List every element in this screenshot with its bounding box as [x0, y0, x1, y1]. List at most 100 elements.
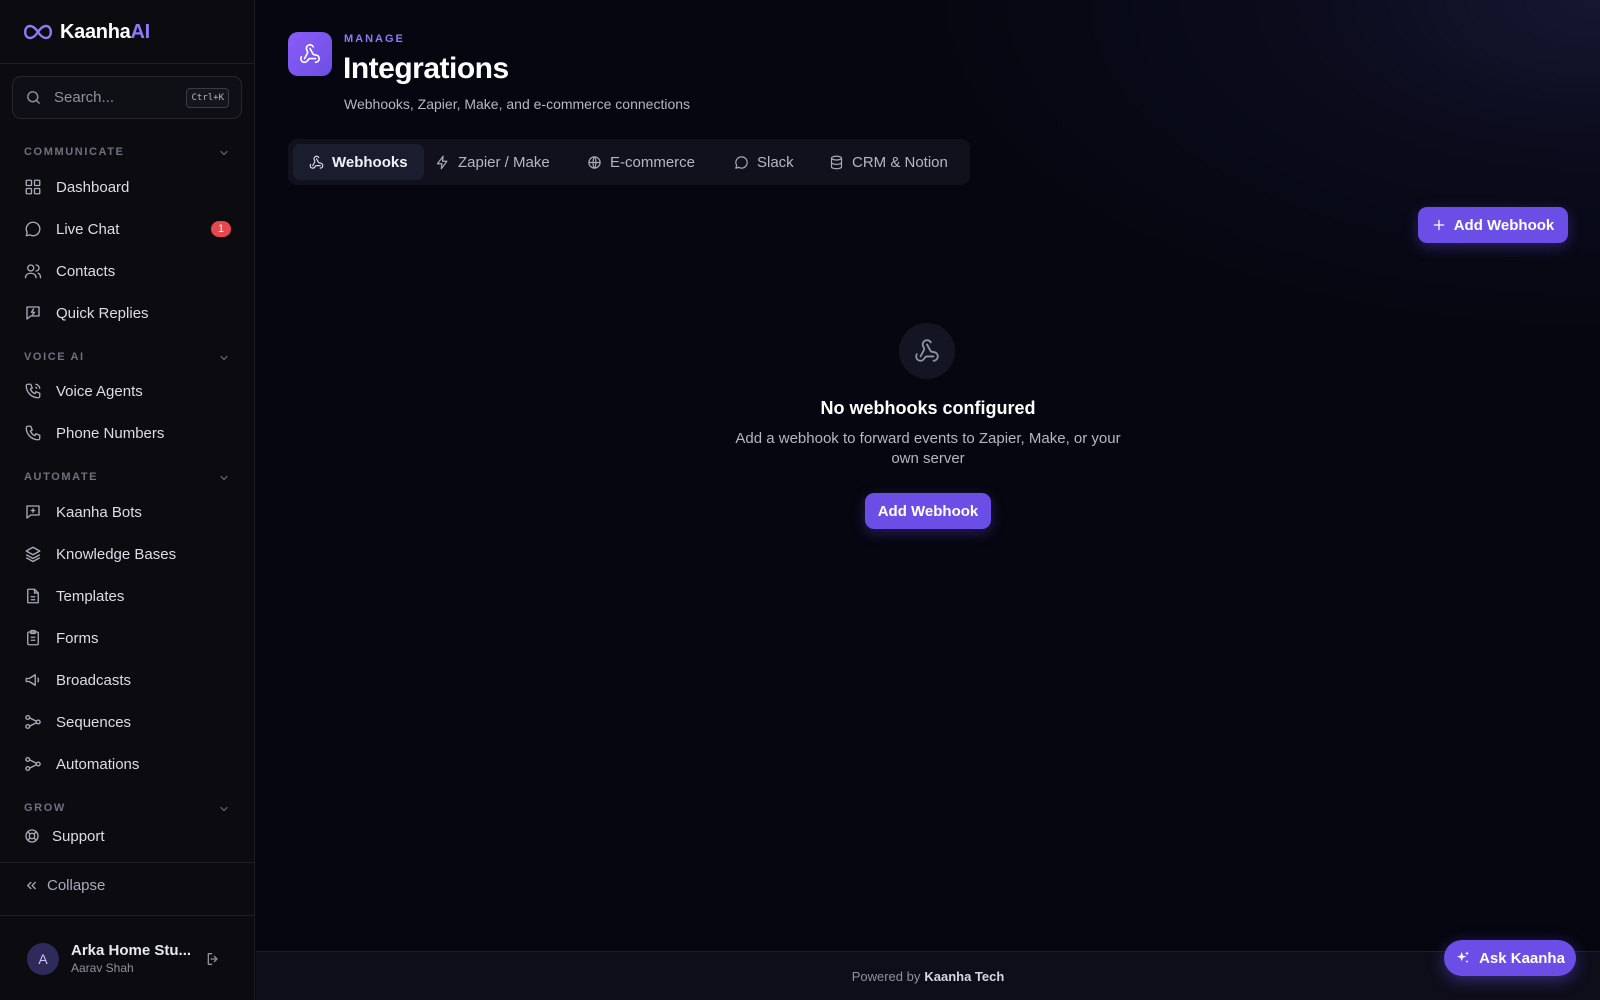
grid-icon	[25, 179, 41, 195]
tab-zapier-make[interactable]: Zapier / Make	[419, 144, 566, 180]
sidebar-item-label: Voice Agents	[56, 382, 143, 400]
page-eyebrow: MANAGE	[344, 33, 405, 45]
bot-message-icon	[26, 505, 40, 519]
sidebar-item-voice-agents[interactable]: Voice Agents	[24, 378, 143, 404]
sidebar-item-contacts[interactable]: Contacts	[24, 258, 115, 284]
sidebar-item-phone-numbers[interactable]: Phone Numbers	[24, 420, 164, 446]
page-title: Integrations	[343, 52, 509, 85]
workflow-icon	[25, 756, 41, 772]
user-subtitle: Aarav Shah	[71, 961, 134, 975]
sidebar-item-label: Dashboard	[56, 178, 130, 196]
user-name: Arka Home Stu...	[71, 942, 192, 959]
tab-label: Webhooks	[332, 153, 408, 171]
message-bolt-icon	[26, 306, 40, 320]
tab-slack[interactable]: Slack	[718, 144, 810, 180]
ask-kaanha-button[interactable]: Ask Kaanha	[1444, 940, 1576, 976]
webhook-icon	[309, 155, 324, 169]
chat-bubble-icon	[735, 155, 748, 169]
search-icon	[27, 91, 40, 104]
collapse-label: Collapse	[47, 877, 106, 894]
plus-icon	[1433, 219, 1445, 231]
webhook-icon	[915, 339, 939, 362]
layers-icon	[25, 546, 41, 563]
logo[interactable]: KaanhaAI	[24, 20, 150, 44]
footer-brand-link[interactable]: Kaanha Tech	[924, 969, 1004, 984]
tab-label: E-commerce	[610, 153, 696, 171]
chevron-down-icon[interactable]	[218, 803, 230, 815]
empty-add-webhook-button[interactable]: Add Webhook	[865, 493, 991, 529]
sidebar-item-automations[interactable]: Automations	[24, 751, 139, 777]
sidebar: KaanhaAI Search... Ctrl+K COMMUNICATE Da…	[0, 0, 255, 1000]
collapse-button[interactable]: Collapse	[24, 877, 105, 894]
sidebar-item-knowledge-bases[interactable]: Knowledge Bases	[24, 541, 176, 567]
search-input[interactable]: Search... Ctrl+K	[12, 76, 242, 119]
clipboard-icon	[27, 629, 39, 646]
chevrons-left-icon	[26, 881, 36, 890]
users-icon	[24, 264, 42, 279]
add-webhook-button[interactable]: Add Webhook	[1418, 207, 1568, 243]
sidebar-item-label: Sequences	[56, 713, 132, 731]
sidebar-item-label: Knowledge Bases	[56, 545, 177, 563]
logo-divider	[0, 63, 255, 64]
workflow-icon	[25, 714, 41, 730]
sidebar-item-live-chat[interactable]: Live Chat	[24, 216, 119, 242]
sidebar-item-label: Live Chat	[56, 220, 120, 238]
main-content: MANAGE Integrations Webhooks, Zapier, Ma…	[256, 0, 1600, 1000]
chevron-down-icon[interactable]	[218, 352, 230, 364]
footer: Powered by Kaanha Tech	[256, 951, 1600, 1000]
section-label-automate: AUTOMATE	[24, 471, 99, 483]
sidebar-item-support[interactable]: Support	[24, 823, 105, 849]
database-icon	[830, 155, 843, 169]
megaphone-icon	[25, 674, 40, 686]
sidebar-item-label: Contacts	[56, 262, 116, 280]
empty-state-description: Add a webhook to forward events to Zapie…	[735, 430, 1121, 467]
logo-text: KaanhaAI	[60, 20, 150, 43]
sidebar-item-label: Forms	[56, 629, 99, 647]
tab-label: CRM & Notion	[852, 153, 948, 171]
sidebar-item-label: Templates	[56, 587, 125, 605]
tab-crm-notion[interactable]: CRM & Notion	[813, 144, 964, 180]
sidebar-item-templates[interactable]: Templates	[24, 583, 124, 609]
page-subtitle: Webhooks, Zapier, Make, and e-commerce c…	[344, 96, 691, 112]
sidebar-item-label: Broadcasts	[56, 671, 132, 689]
lifebuoy-icon	[25, 829, 39, 843]
phone-icon	[25, 425, 41, 441]
zap-icon	[436, 155, 448, 169]
section-label-voice-ai: VOICE AI	[24, 351, 85, 363]
sidebar-divider	[0, 915, 255, 916]
footer-prefix: Powered by	[851, 968, 921, 984]
globe-icon	[588, 155, 601, 169]
search-shortcut: Ctrl+K	[186, 87, 229, 108]
page-icon	[288, 32, 332, 76]
sidebar-item-label: Automations	[56, 755, 140, 773]
chat-bubble-icon	[25, 221, 41, 237]
sidebar-item-kaanha-bots[interactable]: Kaanha Bots	[24, 499, 142, 525]
sidebar-item-label: Quick Replies	[56, 304, 149, 322]
chevron-down-icon[interactable]	[218, 147, 230, 159]
sidebar-item-dashboard[interactable]: Dashboard	[24, 174, 129, 200]
unread-badge: 1	[211, 221, 231, 237]
chevron-down-icon[interactable]	[218, 472, 230, 484]
tab-label: Slack	[757, 153, 794, 171]
tab-e-commerce[interactable]: E-commerce	[571, 144, 711, 180]
logout-icon[interactable]	[205, 951, 221, 967]
section-label-grow: GROW	[24, 802, 66, 814]
tab-label: Zapier / Make	[458, 153, 550, 171]
empty-state-title: No webhooks configured	[820, 398, 1036, 418]
sidebar-item-forms[interactable]: Forms	[24, 625, 99, 651]
tab-webhooks[interactable]: Webhooks	[293, 144, 424, 180]
phone-call-icon	[25, 383, 41, 399]
sidebar-item-sequences[interactable]: Sequences	[24, 709, 131, 735]
sidebar-divider	[0, 862, 255, 863]
user-profile[interactable]: A Arka Home Stu... Aarav Shah	[27, 942, 191, 975]
sidebar-item-label: Phone Numbers	[56, 424, 165, 442]
webhook-icon	[300, 44, 320, 64]
add-webhook-label: Add Webhook	[1453, 216, 1555, 234]
sidebar-item-label: Kaanha Bots	[56, 503, 142, 521]
section-label-communicate: COMMUNICATE	[24, 146, 125, 158]
sidebar-item-quick-replies[interactable]: Quick Replies	[24, 300, 149, 326]
search-placeholder: Search...	[54, 89, 115, 106]
ask-kaanha-label: Ask Kaanha	[1479, 949, 1565, 967]
sidebar-item-broadcasts[interactable]: Broadcasts	[24, 667, 131, 693]
integration-tabs: Webhooks Zapier / Make E-commerce Slack …	[288, 139, 970, 185]
